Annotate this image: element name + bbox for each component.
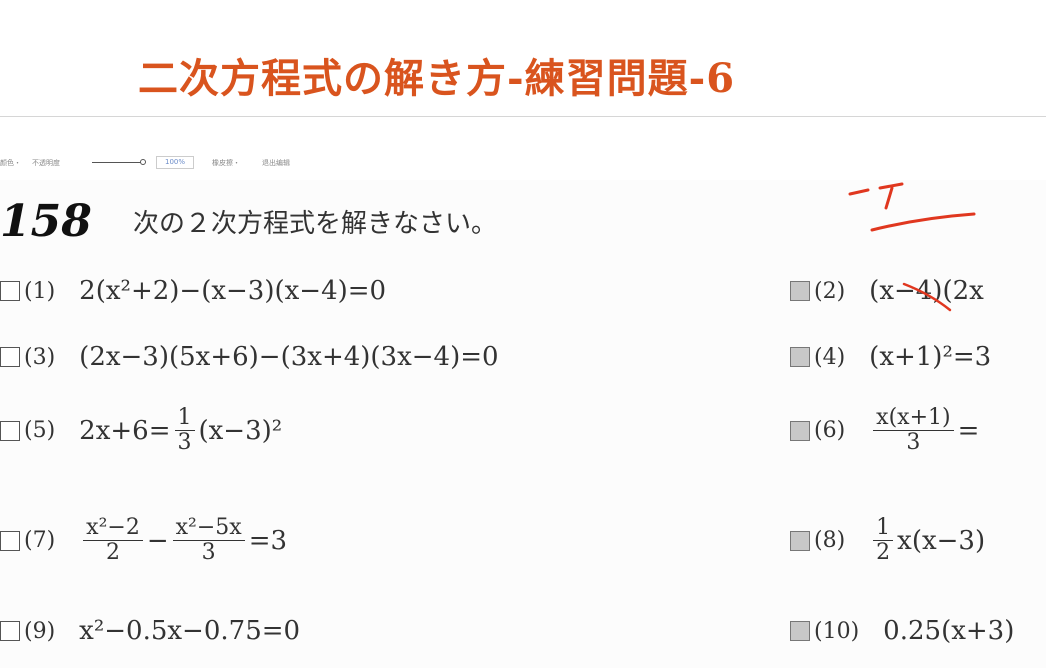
checkbox[interactable]	[790, 420, 810, 441]
pen-annotation-top	[848, 182, 976, 232]
checkbox[interactable]	[0, 347, 20, 367]
exit-edit-button[interactable]: 退出编辑	[262, 158, 290, 168]
page-title: 二次方程式の解き方-練習問題-6	[138, 55, 736, 102]
checkbox[interactable]	[0, 281, 20, 301]
checkbox[interactable]	[790, 530, 810, 551]
problem-instruction: 次の２次方程式を解きなさい。	[132, 209, 497, 239]
opacity-slider-track[interactable]	[92, 162, 142, 163]
opacity-slider-handle[interactable]	[140, 159, 146, 165]
equation: (x+1)²=3	[869, 342, 992, 372]
opacity-menu[interactable]: 不透明度	[32, 158, 60, 168]
problem-3: (3) (2x−3)(5x+6)−(3x+4)(3x−4)=0	[0, 342, 499, 372]
problem-8: (8) 1 2 x(x−3)	[790, 516, 985, 565]
equation: (2x−3)(5x+6)−(3x+4)(3x−4)=0	[79, 342, 499, 372]
equation: 2(x²+2)−(x−3)(x−4)=0	[79, 276, 387, 306]
problem-5: (5) 2x+6= 1 3 (x−3)²	[0, 406, 282, 455]
problem-6: (6) x(x+1) 3 =	[790, 406, 979, 455]
equation-right: (x−3)²	[198, 415, 283, 446]
fraction: 1 3	[174, 406, 195, 455]
pen-strike-annotation	[902, 282, 952, 312]
problem-1: (1) 2(x²+2)−(x−3)(x−4)=0	[0, 276, 386, 306]
problem-set-number: 158	[0, 196, 92, 247]
checkbox[interactable]	[790, 347, 810, 367]
title-divider	[0, 116, 1046, 117]
annotation-toolbar: 颜色・ 不透明度 100% 橡皮擦・ 退出编辑	[0, 154, 330, 172]
checkbox[interactable]	[0, 420, 20, 441]
fraction: x(x+1) 3	[873, 406, 954, 455]
checkbox[interactable]	[0, 621, 20, 641]
fraction-2: x²−5x 3	[172, 516, 245, 565]
problem-9: (9) x²−0.5x−0.75=0	[0, 616, 300, 646]
checkbox[interactable]	[790, 281, 810, 301]
eraser-menu[interactable]: 橡皮擦・	[212, 158, 240, 168]
zoom-select[interactable]: 100%	[156, 156, 195, 169]
checkbox[interactable]	[790, 621, 810, 641]
equation: 0.25(x+3)	[883, 616, 1015, 646]
equation-right: =	[957, 415, 980, 446]
fraction-1: x²−2 2	[83, 516, 143, 565]
problem-10: (10) 0.25(x+3)	[790, 616, 1014, 646]
equation-left: 2x+6=	[79, 415, 171, 446]
color-menu[interactable]: 颜色・	[0, 158, 21, 168]
fraction: 1 2	[873, 516, 894, 565]
checkbox[interactable]	[0, 530, 20, 551]
problem-heading: 158 次の２次方程式を解きなさい。	[0, 196, 497, 247]
problem-7: (7) x²−2 2 − x²−5x 3 =3	[0, 516, 287, 565]
equation: x²−0.5x−0.75=0	[79, 616, 301, 646]
problem-4: (4) (x+1)²=3	[790, 342, 991, 372]
